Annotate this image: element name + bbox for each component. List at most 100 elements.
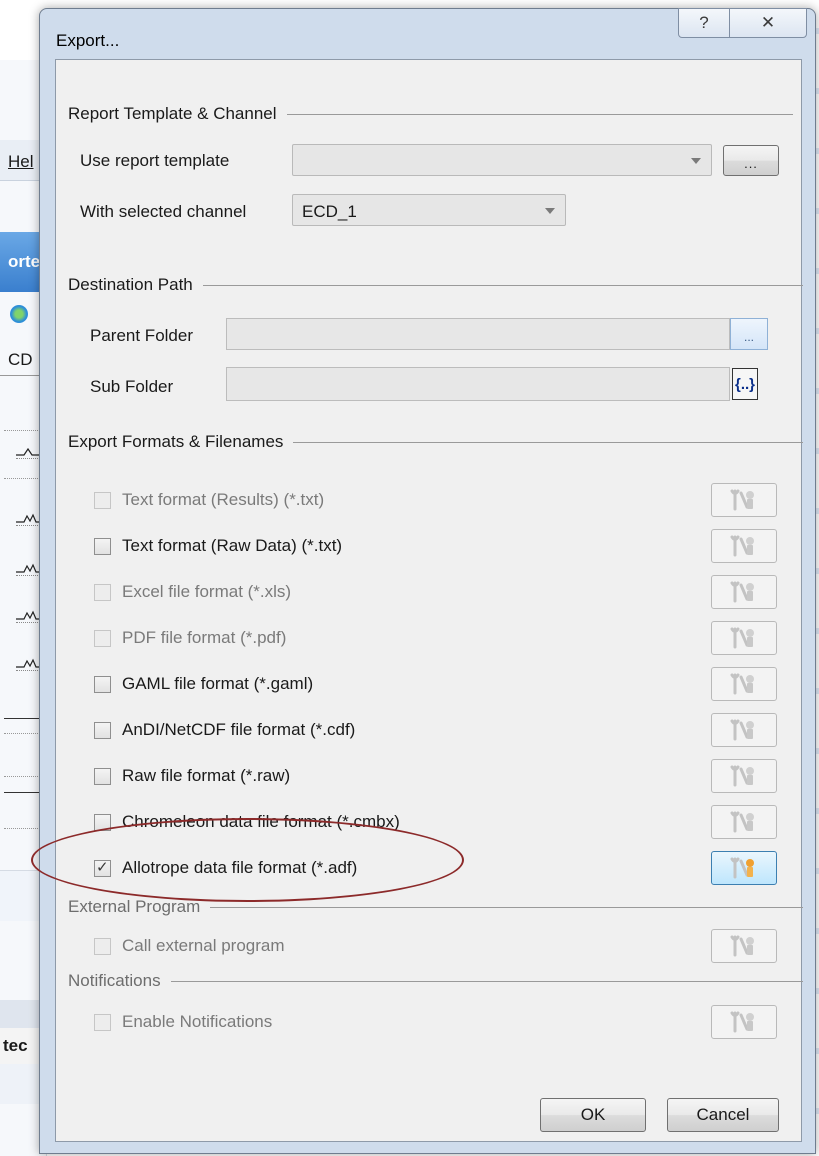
notifications-settings-button[interactable] xyxy=(711,1005,777,1039)
export-format-row[interactable]: ✓ Allotrope data file format (*.adf) xyxy=(94,854,357,882)
export-format-label: Raw file format (*.raw) xyxy=(122,766,291,785)
sub-folder-input[interactable] xyxy=(226,367,730,401)
ok-button[interactable]: OK xyxy=(540,1098,646,1132)
call-external-program-label: Call external program xyxy=(122,936,285,955)
section-notifications: Notifications xyxy=(68,971,803,991)
call-external-program-row[interactable]: Call external program xyxy=(94,932,285,960)
chevron-down-icon xyxy=(545,208,555,214)
export-format-settings-button[interactable] xyxy=(711,529,777,563)
background-separator xyxy=(4,776,44,777)
cancel-button[interactable]: Cancel xyxy=(667,1098,779,1132)
close-button[interactable]: ✕ xyxy=(729,8,807,38)
use-template-label: Use report template xyxy=(80,151,230,170)
export-format-checkbox[interactable] xyxy=(94,537,111,555)
section-export-formats: Export Formats & Filenames xyxy=(68,432,803,452)
export-format-row[interactable]: Text format (Raw Data) (*.txt) xyxy=(94,532,342,560)
export-format-row[interactable]: AnDI/NetCDF file format (*.cdf) xyxy=(94,716,355,744)
cancel-button-label: Cancel xyxy=(696,1105,750,1124)
export-format-settings-button[interactable] xyxy=(711,851,777,885)
section-title: Notifications xyxy=(68,971,161,990)
enable-notifications-label: Enable Notifications xyxy=(122,1012,273,1031)
channel-value: ECD_1 xyxy=(302,202,357,221)
export-format-settings-button[interactable] xyxy=(711,805,777,839)
background-channel-fragment: CD xyxy=(8,350,33,369)
export-format-checkbox[interactable] xyxy=(94,813,111,831)
export-format-checkbox[interactable]: ✓ xyxy=(94,858,111,877)
browse-parent-folder-button[interactable]: ... xyxy=(730,318,768,350)
tools-icon xyxy=(730,1011,754,1033)
export-format-checkbox[interactable] xyxy=(94,629,111,647)
background-rule xyxy=(4,718,44,719)
section-report-template: Report Template & Channel xyxy=(68,104,793,124)
tools-icon xyxy=(730,935,754,957)
call-external-program-checkbox[interactable] xyxy=(94,937,111,955)
ellipsis-icon: ... xyxy=(743,330,754,344)
tools-icon xyxy=(730,811,754,833)
background-menu-fragment[interactable]: Hel xyxy=(8,152,34,172)
export-format-checkbox[interactable] xyxy=(94,721,111,739)
background-separator xyxy=(4,430,44,431)
enable-notifications-checkbox[interactable] xyxy=(94,1013,111,1031)
tools-icon xyxy=(730,719,754,741)
dialog-title-bar[interactable]: Export... ? ✕ xyxy=(40,8,815,59)
enable-notifications-row[interactable]: Enable Notifications xyxy=(94,1008,272,1036)
background-tab-fragment[interactable]: orte xyxy=(8,252,40,272)
section-divider xyxy=(170,980,803,982)
parent-folder-input[interactable] xyxy=(226,318,730,350)
tools-icon xyxy=(730,581,754,603)
dialog-title: Export... xyxy=(56,31,120,50)
help-icon: ? xyxy=(699,13,709,32)
section-divider xyxy=(202,284,803,286)
section-divider xyxy=(293,441,803,443)
export-format-checkbox[interactable] xyxy=(94,675,111,693)
dialog-client-area: Report Template & Channel Use report tem… xyxy=(55,59,803,1142)
tools-icon xyxy=(730,489,754,511)
export-format-settings-button[interactable] xyxy=(711,483,777,517)
section-divider xyxy=(210,906,803,908)
export-format-checkbox[interactable] xyxy=(94,583,111,601)
help-button[interactable]: ? xyxy=(678,8,730,38)
ok-button-label: OK xyxy=(580,1105,606,1124)
external-program-settings-button[interactable] xyxy=(711,929,777,963)
export-format-row[interactable]: PDF file format (*.pdf) xyxy=(94,624,286,652)
export-dialog: Export... ? ✕ Report Template & Channel … xyxy=(39,8,816,1154)
export-format-settings-button[interactable] xyxy=(711,621,777,655)
export-format-checkbox[interactable] xyxy=(94,767,111,785)
parent-folder-label: Parent Folder xyxy=(90,326,193,345)
export-format-label: Allotrope data file format (*.adf) xyxy=(122,858,358,877)
section-divider xyxy=(286,113,793,115)
tools-icon xyxy=(730,857,754,879)
background-rule xyxy=(4,792,44,793)
export-format-row[interactable]: GAML file format (*.gaml) xyxy=(94,670,313,698)
export-format-checkbox[interactable] xyxy=(94,491,111,509)
export-format-settings-button[interactable] xyxy=(711,667,777,701)
checkmark-icon: ✓ xyxy=(96,858,109,876)
tools-icon xyxy=(730,673,754,695)
export-format-settings-button[interactable] xyxy=(711,759,777,793)
export-format-row[interactable]: Excel file format (*.xls) xyxy=(94,578,291,606)
report-template-dropdown[interactable] xyxy=(292,144,712,176)
browse-template-button[interactable]: ... xyxy=(723,145,779,176)
background-separator xyxy=(4,733,44,734)
background-separator xyxy=(4,478,44,479)
background-separator xyxy=(4,828,44,829)
channel-dropdown[interactable]: ECD_1 xyxy=(292,194,566,226)
section-title: External Program xyxy=(68,897,201,916)
section-title: Report Template & Channel xyxy=(68,104,277,123)
export-format-label: PDF file format (*.pdf) xyxy=(122,628,287,647)
section-destination-path: Destination Path xyxy=(68,275,803,295)
export-format-settings-button[interactable] xyxy=(711,713,777,747)
chevron-down-icon xyxy=(691,158,701,164)
export-format-row[interactable]: Chromeleon data file format (*.cmbx) xyxy=(94,808,400,836)
export-format-settings-button[interactable] xyxy=(711,575,777,609)
background-bottom-fragment: tec xyxy=(3,1036,28,1055)
export-format-row[interactable]: Text format (Results) (*.txt) xyxy=(94,486,324,514)
variables-braces-icon: {..} xyxy=(734,375,755,393)
section-title: Export Formats & Filenames xyxy=(68,432,284,451)
export-format-label: GAML file format (*.gaml) xyxy=(122,674,314,693)
export-format-row[interactable]: Raw file format (*.raw) xyxy=(94,762,290,790)
export-format-label: Text format (Results) (*.txt) xyxy=(122,490,325,509)
close-icon: ✕ xyxy=(760,13,776,32)
sub-folder-variables-button[interactable]: {..} xyxy=(732,368,758,400)
background-status-icon xyxy=(10,305,28,323)
